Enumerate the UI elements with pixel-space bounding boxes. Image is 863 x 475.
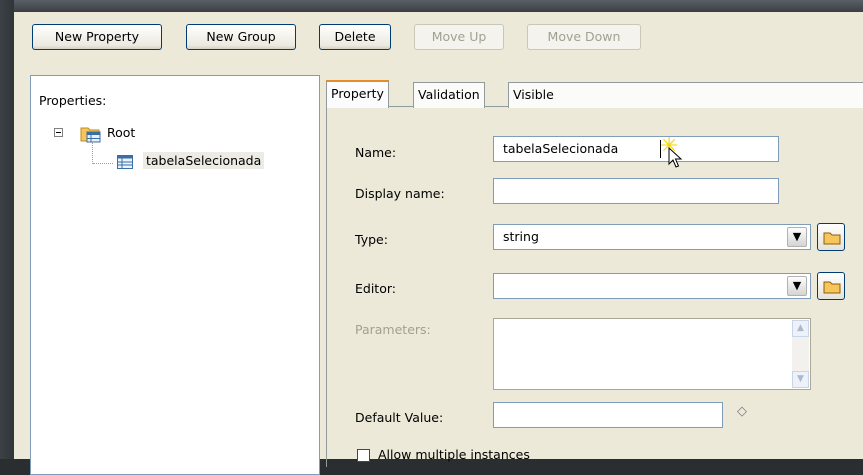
window-left-edge [0, 0, 14, 459]
delete-button[interactable]: Delete [319, 24, 391, 50]
default-value-label: Default Value: [355, 410, 444, 425]
tab-property[interactable]: Property [326, 80, 389, 108]
tab-validation[interactable]: Validation [413, 82, 485, 108]
type-label: Type: [355, 232, 388, 247]
window-top-edge [0, 0, 863, 12]
name-field[interactable]: tabelaSelecionada [493, 136, 779, 162]
editor-select[interactable] [493, 273, 811, 299]
diamond-icon: ◇ [737, 404, 747, 419]
move-down-button[interactable]: Move Down [527, 24, 641, 50]
type-browse-button[interactable] [817, 223, 845, 251]
chevron-down-icon[interactable]: ▼ [787, 276, 807, 296]
scroll-up-icon[interactable]: ▲ [792, 320, 809, 337]
new-property-button[interactable]: New Property [32, 24, 162, 50]
editor-label: Editor: [355, 281, 396, 296]
name-label: Name: [355, 145, 397, 160]
minus-box-icon[interactable] [54, 128, 63, 137]
move-up-button[interactable]: Move Up [414, 24, 504, 50]
display-name-label: Display name: [355, 186, 445, 201]
folder-icon [823, 232, 841, 245]
table-icon [117, 155, 133, 169]
scroll-down-icon[interactable]: ▼ [792, 371, 809, 388]
chevron-down-icon[interactable]: ▼ [787, 227, 807, 247]
parameters-textarea[interactable]: ▲ ▼ [493, 318, 811, 390]
folder-icon [823, 281, 841, 294]
parameters-label: Parameters: [355, 322, 431, 337]
tab-visible[interactable]: Visible [508, 82, 863, 108]
type-select[interactable]: string [493, 224, 811, 250]
folder-table-icon [80, 127, 101, 143]
allow-multiple-checkbox[interactable] [357, 449, 370, 462]
display-name-field[interactable] [493, 178, 779, 204]
tree-item-tabelaselecionada[interactable]: tabelaSelecionada [143, 152, 265, 169]
new-group-button[interactable]: New Group [186, 24, 296, 50]
allow-multiple-label: Allow multiple instances [378, 447, 530, 462]
mouse-cursor-icon [668, 147, 683, 168]
tree-root-label[interactable]: Root [107, 125, 135, 140]
properties-tree-panel: Properties: [30, 75, 320, 475]
tree-connector [92, 142, 94, 164]
properties-tree-title: Properties: [39, 93, 107, 108]
editor-browse-button[interactable] [817, 272, 845, 300]
parameters-scrollbar[interactable]: ▲ ▼ [792, 320, 809, 388]
default-value-field[interactable] [493, 402, 723, 428]
tree-connector [93, 163, 113, 165]
